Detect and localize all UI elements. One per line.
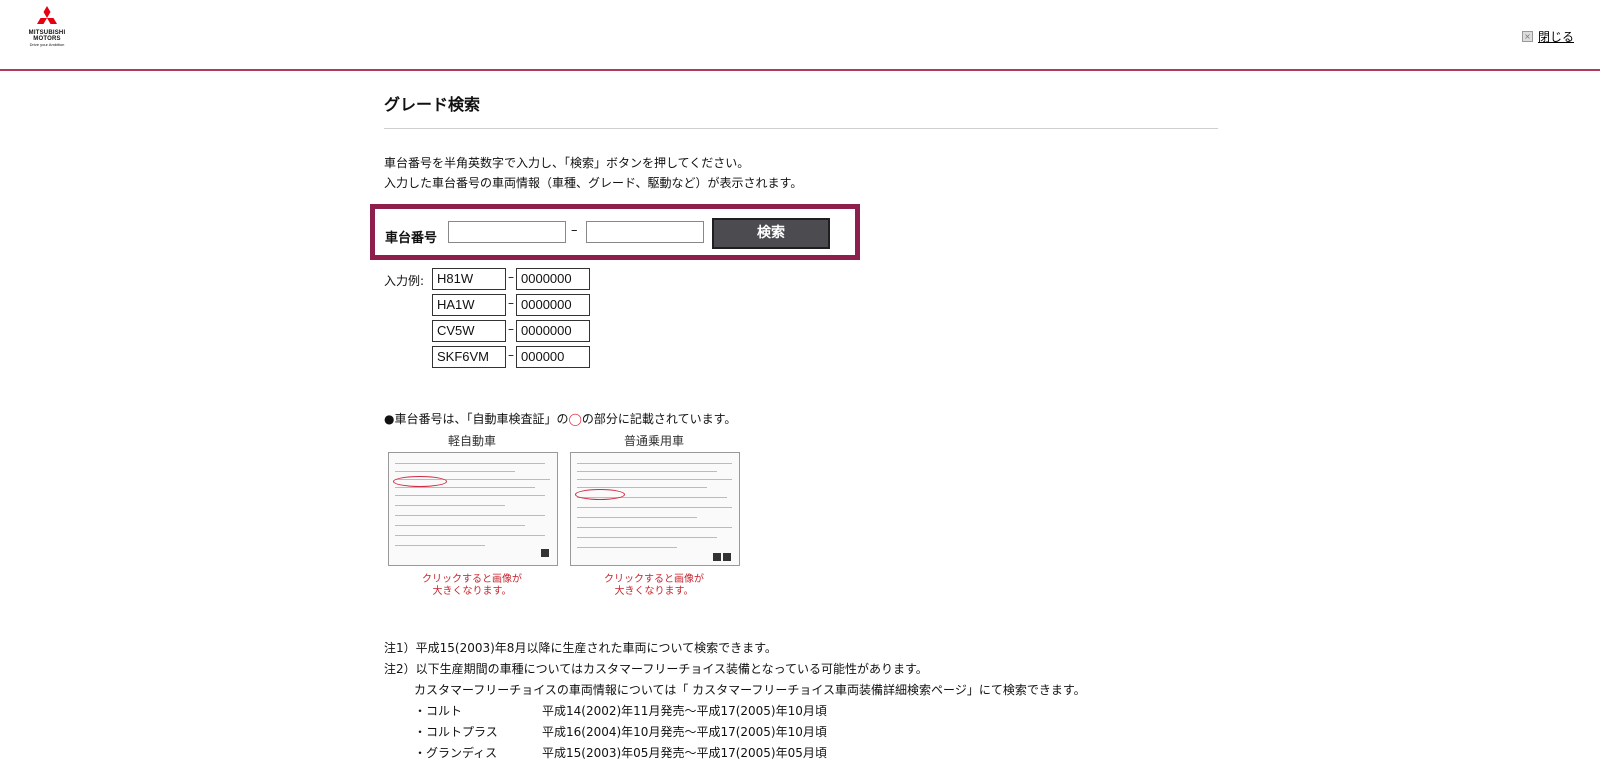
example-prefix: H81W	[432, 268, 506, 290]
example-prefix: HA1W	[432, 294, 506, 316]
example-dash: –	[508, 348, 514, 362]
stamp-mark	[723, 553, 731, 561]
intro-line-2: 入力した車台番号の車両情報（車種、グレード、駆動など）が表示されます。	[384, 176, 803, 190]
caption-line-1: クリックすると画像が	[422, 574, 522, 585]
note-1: 注1）平成15(2003)年8月以降に生産された車両について検索できます。	[384, 641, 777, 655]
caption-line-2: 大きくなります。	[432, 586, 512, 597]
model-row: ・グランディス 平成15(2003)年05月発売～平成17(2005)年05月頃	[384, 743, 1218, 764]
intro-line-1: 車台番号を半角英数字で入力し、「検索」ボタンを押してください。	[384, 156, 750, 170]
header-bar: MITSUBISHI MOTORS Drive your Ambition × …	[0, 0, 1600, 71]
model-period: 平成15(2003)年05月発売～平成17(2005)年05月頃	[542, 746, 827, 760]
model-row: ・コルト 平成14(2002)年11月発売～平成17(2005)年10月頃	[384, 701, 1218, 722]
click-to-enlarge-caption: クリックすると画像が 大きくなります。	[388, 574, 556, 598]
example-dash: –	[508, 270, 514, 284]
example-row: CV5W – 0000000	[432, 320, 592, 342]
certificate-heading-pre: ●車台番号は、「自動車検査証」の	[384, 412, 569, 426]
stamp-mark	[541, 549, 549, 557]
logo-tagline: Drive your Ambition	[29, 42, 65, 47]
search-button[interactable]: 検索	[712, 218, 830, 249]
separator-dash: –	[571, 223, 578, 238]
certificate-image[interactable]	[388, 452, 558, 566]
example-dash: –	[508, 296, 514, 310]
chassis-prefix-input[interactable]	[448, 221, 566, 243]
model-row: ・コルトプラス 平成16(2004)年10月発売～平成17(2005)年10月頃	[384, 722, 1218, 743]
chassis-number-label: 車台番号	[385, 231, 438, 246]
certificate-heading-post: の部分に記載されています。	[581, 412, 737, 426]
click-to-enlarge-caption: クリックすると画像が 大きくなります。	[570, 574, 738, 598]
certificate-title: 軽自動車	[447, 434, 496, 448]
certificate-heading: ●車台番号は、「自動車検査証」の◯の部分に記載されています。	[384, 410, 736, 427]
example-dash: –	[508, 322, 514, 336]
three-diamonds-icon	[37, 6, 57, 24]
highlight-oval	[393, 476, 447, 487]
example-prefix: CV5W	[432, 320, 506, 342]
example-number: 0000000	[516, 294, 590, 316]
example-number: 0000000	[516, 320, 590, 342]
main-content: グレード検索 車台番号を半角英数字で入力し、「検索」ボタンを押してください。 入…	[370, 94, 1218, 760]
certificate-image[interactable]	[570, 452, 740, 566]
example-prefix: SKF6VM	[432, 346, 506, 368]
mitsubishi-logo[interactable]: MITSUBISHI MOTORS Drive your Ambition	[20, 6, 74, 58]
examples-label: 入力例:	[384, 274, 425, 288]
example-number: 0000000	[516, 268, 590, 290]
model-name: ・グランディス	[414, 746, 498, 760]
certificate-title: 普通乗用車	[623, 434, 684, 448]
model-name: ・コルト	[414, 704, 463, 718]
stamp-mark	[713, 553, 721, 561]
certificate-kei-car[interactable]: 軽自動車 クリックすると画像が 大きくなります。	[388, 432, 558, 598]
intro-text: 車台番号を半角英数字で入力し、「検索」ボタンを押してください。 入力した車台番号…	[384, 153, 1218, 193]
red-circle-icon: ◯	[568, 412, 582, 426]
highlight-oval	[575, 489, 625, 500]
example-row: H81W – 0000000	[432, 268, 592, 290]
page-title: グレード検索	[384, 95, 481, 114]
example-row: HA1W – 0000000	[432, 294, 592, 316]
chassis-number-input[interactable]	[586, 221, 704, 243]
search-form: 車台番号 – 検索	[370, 204, 860, 260]
close-icon[interactable]: ×	[1521, 31, 1533, 42]
certificate-passenger-car[interactable]: 普通乗用車 クリックすると画像が 大きくなります。	[570, 432, 740, 598]
caption-line-1: クリックすると画像が	[604, 574, 704, 585]
close-control[interactable]: × 閉じる	[1521, 28, 1574, 45]
example-number: 000000	[516, 346, 590, 368]
model-name: ・コルトプラス	[414, 725, 498, 739]
close-link[interactable]: 閉じる	[1538, 28, 1574, 45]
title-divider	[384, 128, 1218, 129]
notes-section: 注1）平成15(2003)年8月以降に生産された車両について検索できます。 注2…	[384, 638, 1218, 764]
example-row: SKF6VM – 000000	[432, 346, 592, 368]
caption-line-2: 大きくなります。	[614, 586, 694, 597]
model-period: 平成14(2002)年11月発売～平成17(2005)年10月頃	[542, 704, 827, 718]
model-period: 平成16(2004)年10月発売～平成17(2005)年10月頃	[542, 725, 827, 739]
note-2-sub: カスタマーフリーチョイスの車両情報については「 カスタマーフリーチョイス車両装備…	[414, 683, 1086, 697]
note-2: 注2）以下生産期間の車種についてはカスタマーフリーチョイス装備となっている可能性…	[384, 662, 928, 676]
